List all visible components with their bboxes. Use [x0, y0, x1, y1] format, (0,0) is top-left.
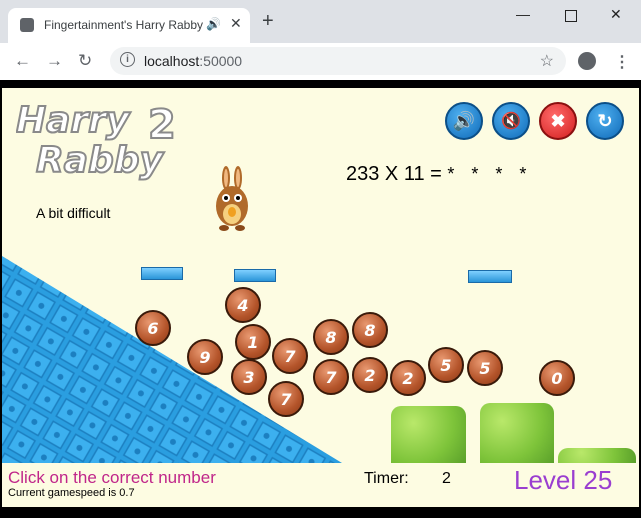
maximize-icon[interactable] — [565, 10, 577, 22]
number-ball[interactable]: 1 — [235, 324, 271, 360]
url-text[interactable]: localhost:50000 — [144, 53, 242, 69]
window-close-icon[interactable]: ✕ — [610, 6, 622, 23]
number-ball[interactable]: 2 — [390, 360, 426, 396]
url-host: localhost — [144, 53, 200, 69]
reload-icon[interactable]: ↻ — [78, 51, 92, 71]
number-ball[interactable]: 9 — [187, 339, 223, 375]
back-icon[interactable]: ← — [14, 51, 31, 71]
game-canvas: Harry Rabby 2 A bit difficult 233 X 11 =… — [2, 88, 639, 463]
instruction-text: Click on the correct number — [8, 468, 216, 487]
info-icon[interactable]: i — [120, 52, 135, 67]
omnibox[interactable]: i localhost:50000 ☆ — [110, 47, 566, 75]
favicon-icon — [20, 18, 34, 32]
gamespeed-text: Current gamespeed is 0.7 — [8, 487, 135, 499]
browser-tab[interactable]: Fingertainment's Harry Rabby 🔊 ✕ — [8, 8, 250, 43]
status-bar: Click on the correct number Current game… — [2, 463, 639, 507]
number-ball[interactable]: 7 — [272, 338, 308, 374]
tab-close-icon[interactable]: ✕ — [230, 15, 242, 32]
number-ball[interactable]: 3 — [231, 359, 267, 395]
number-ball[interactable]: 5 — [428, 347, 464, 383]
bookmark-star-icon[interactable]: ☆ — [540, 51, 554, 71]
number-ball[interactable]: 0 — [539, 360, 575, 396]
tab-title: Fingertainment's Harry Rabby — [44, 18, 204, 32]
bush — [391, 406, 466, 463]
speaker-icon[interactable]: 🔊 — [206, 17, 221, 31]
bush — [480, 403, 554, 463]
platform — [468, 270, 512, 283]
number-ball[interactable]: 8 — [352, 312, 388, 348]
menu-icon[interactable]: ⋮ — [614, 52, 630, 72]
platform — [234, 269, 276, 282]
number-ball[interactable]: 2 — [352, 357, 388, 393]
level-label: Level 25 — [514, 465, 613, 495]
profile-icon[interactable] — [578, 52, 596, 70]
number-ball[interactable]: 7 — [313, 359, 349, 395]
number-ball[interactable]: 5 — [467, 350, 503, 386]
new-tab-button[interactable]: + — [262, 11, 274, 31]
address-bar: ← → ↻ i localhost:50000 ☆ — [0, 43, 641, 81]
number-ball[interactable]: 8 — [313, 319, 349, 355]
platform — [141, 267, 183, 280]
number-ball[interactable]: 7 — [268, 381, 304, 417]
minimize-icon[interactable]: — — [516, 6, 530, 22]
number-ball[interactable]: 6 — [135, 310, 171, 346]
tab-strip: Fingertainment's Harry Rabby 🔊 ✕ + — ✕ — [0, 0, 641, 43]
bush — [558, 448, 636, 463]
number-ball[interactable]: 4 — [225, 287, 261, 323]
timer-value: 2 — [442, 470, 451, 487]
forward-icon[interactable]: → — [46, 51, 63, 71]
url-port: :50000 — [199, 53, 243, 69]
timer-label: Timer: — [364, 470, 409, 487]
